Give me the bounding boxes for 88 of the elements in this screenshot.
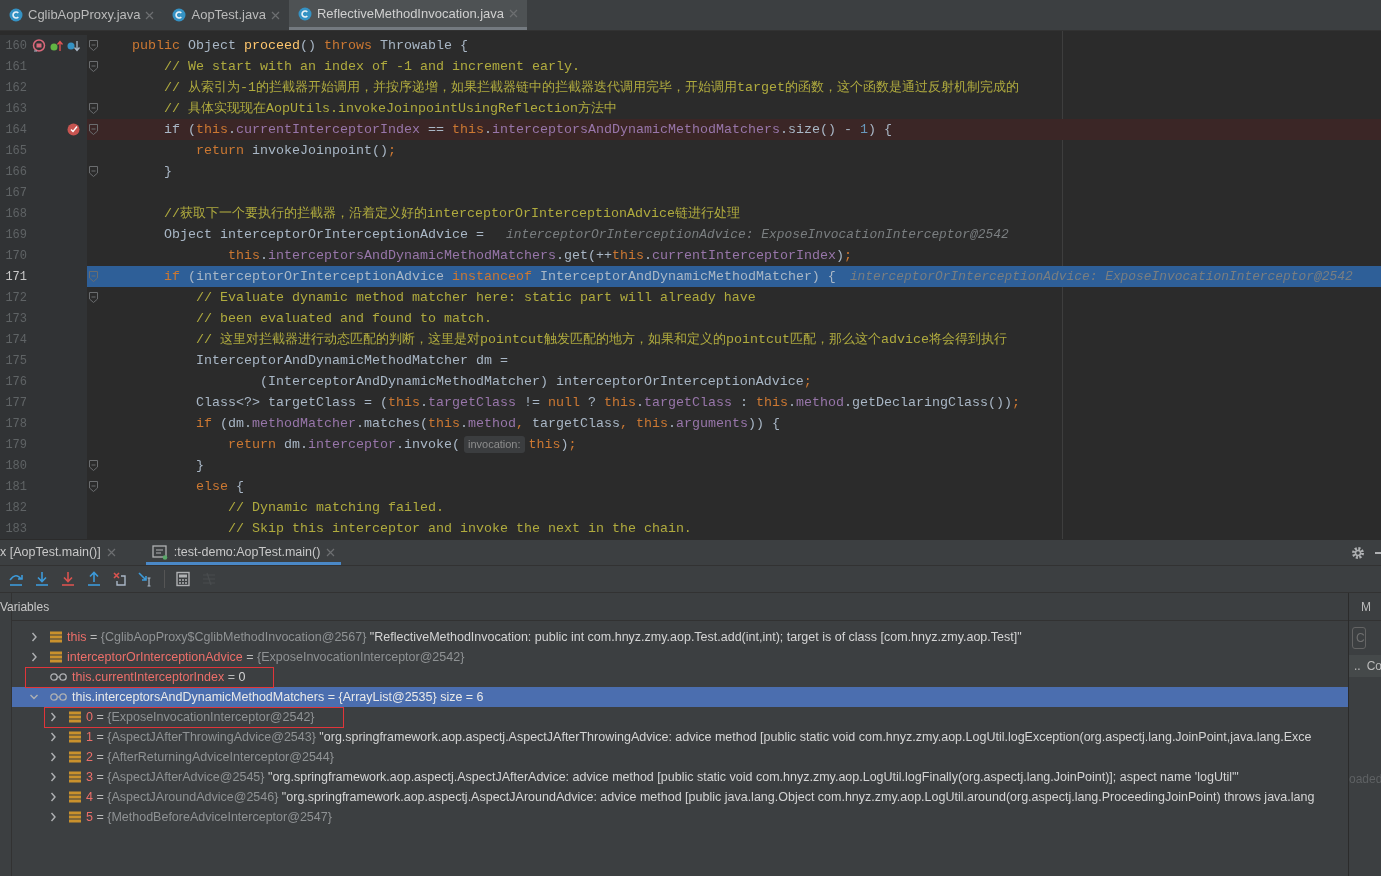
- fold-icon[interactable]: [89, 292, 98, 303]
- code-text: (InterceptorAndDynamicMethodMatcher) interceptorOrInterceptionAdvice;: [258, 372, 812, 391]
- close-icon[interactable]: [270, 10, 280, 20]
- glasses-icon: [50, 673, 67, 681]
- minimize-icon[interactable]: [1375, 551, 1381, 554]
- method-breakpoint-icon[interactable]: [32, 38, 46, 53]
- code-text: // 具体实现现在AopUtils.invokeJoinpointUsingReflection方法中: [163, 99, 617, 118]
- code-text: // 这里对拦截器进行动态匹配的判断，这里是对pointcut触发匹配的地方，如果和定义的pointcut匹配，那么这个advice将会得到执行: [195, 330, 1007, 349]
- inlay-hint: interceptorOrInterceptionAdvice: ExposeInvocationInterceptor@2542: [849, 267, 1353, 286]
- editor-tab[interactable]: ReflectiveMethodInvocation.java: [288, 0, 528, 30]
- close-icon[interactable]: [145, 10, 155, 20]
- panel-title: Variables: [0, 598, 50, 616]
- fold-icon[interactable]: [89, 40, 98, 51]
- code-text: this.interceptorsAndDynamicMethodMatchers.get(++this.currentInterceptorIndex);: [226, 246, 852, 265]
- step-into-icon[interactable]: [60, 571, 76, 587]
- fold-icon[interactable]: [89, 124, 98, 135]
- code-text: }: [195, 456, 204, 475]
- code-text: if (dm.methodMatcher.matches(this.method, targetClass, this.arguments)) {: [195, 414, 780, 433]
- field-icon: [69, 711, 81, 723]
- code-text: InterceptorAndDynamicMethodMatcher dm =: [195, 351, 508, 370]
- overridden-arrow-icon[interactable]: [67, 39, 80, 52]
- run-to-cursor-icon[interactable]: [138, 571, 154, 587]
- code-text: //获取下一个要执行的拦截器，沿着定义好的interceptorOrInterceptionAdvice链进行处理: [163, 204, 740, 223]
- code-text: // Skip this interceptor and invoke the next in the chain.: [226, 519, 692, 538]
- field-icon: [50, 651, 62, 663]
- variable-row[interactable]: 1 = {AspectJAfterThrowingAdvice@2543} "org.springframework.aop.aspectj.AspectJAfterThrowingAdvice: advice method [public static void com.hnyz.zmy.aop.LogUtil.logException(org.aspectj.lang.JoinPoint,java.lang.Exce: [12, 727, 1348, 747]
- field-icon: [69, 811, 81, 823]
- code-text: return dm.interceptor.invoke(: [226, 435, 460, 454]
- column-header: Co: [1366, 658, 1381, 675]
- close-icon[interactable]: [326, 548, 336, 557]
- highlight-frame: 0 = {ExposeInvocationInterceptor@2542}: [44, 706, 344, 728]
- code-text: this);: [528, 435, 577, 454]
- variable-row[interactable]: 0 = {ExposeInvocationInterceptor@2542}: [12, 707, 1348, 727]
- step-out-icon[interactable]: [86, 571, 102, 587]
- variable-row[interactable]: 5 = {MethodBeforeAdviceInterceptor@2547}: [12, 807, 1348, 827]
- code-text: // been evaluated and found to match.: [195, 309, 492, 328]
- glasses-icon: [50, 693, 67, 701]
- field-icon: [69, 771, 81, 783]
- code-text: // Dynamic matching failed.: [226, 498, 444, 517]
- field-icon: [69, 791, 81, 803]
- variable-row[interactable]: interceptorOrInterceptionAdvice = {ExposeInvocationInterceptor@2542}: [12, 647, 1348, 667]
- breakpoint-icon[interactable]: [67, 123, 80, 136]
- parameter-hint: invocation:: [463, 436, 525, 453]
- close-icon[interactable]: [106, 548, 116, 557]
- class-file-icon: [297, 6, 312, 21]
- variable-row[interactable]: 3 = {AspectJAfterAdvice@2545} "org.springframework.aop.aspectj.AspectJAfterAdvice: advice method [public static void com.hnyz.zmy.aop.LogUtil.logFinally(org.aspectj.lang.JoinPoint)]; aspect name 'logUtil'": [12, 767, 1348, 787]
- debug-tab[interactable]: :test-demo:AopTest.main(): [145, 540, 342, 565]
- field-icon: [50, 631, 62, 643]
- code-text: // We start with an index of -1 and increment early.: [163, 57, 580, 76]
- console-icon: [151, 545, 168, 560]
- variable-row[interactable]: 2 = {AfterReturningAdviceInterceptor@2544}: [12, 747, 1348, 767]
- panel-title: M: [1361, 598, 1371, 616]
- code-text: Object interceptorOrInterceptionAdvice =: [163, 225, 485, 244]
- fold-icon[interactable]: [89, 460, 98, 471]
- field-icon: [69, 731, 81, 743]
- step-into-icon[interactable]: [34, 571, 50, 587]
- line-number: 171: [4, 268, 27, 286]
- fold-icon[interactable]: [89, 481, 98, 492]
- inlay-hint: interceptorOrInterceptionAdvice: ExposeInvocationInterceptor@2542: [505, 225, 1009, 244]
- code-text: // Evaluate dynamic method matcher here: static part will already have: [195, 288, 756, 307]
- debug-tab[interactable]: x [AopTest.main()]: [0, 540, 124, 565]
- code-text: // 从索引为-1的拦截器开始调用，并按序递增，如果拦截器链中的拦截器迭代调用完毕，开始调用target的函数，这个函数是通过反射机制完成的: [163, 78, 1019, 97]
- variable-row[interactable]: this.interceptorsAndDynamicMethodMatchers = {ArrayList@2535} size = 6: [12, 687, 1348, 707]
- code-text: else {: [195, 477, 244, 496]
- editor-tab[interactable]: AopTest.java: [163, 0, 289, 30]
- code-text: if (this.currentInterceptorIndex == this.interceptorsAndDynamicMethodMatchers.size() - 1) {: [163, 120, 892, 139]
- field-icon: [69, 751, 81, 763]
- fold-icon[interactable]: [89, 166, 98, 177]
- class-file-icon: [9, 8, 23, 22]
- more-button[interactable]: ..: [1354, 657, 1361, 675]
- highlight-frame: this.currentInterceptorIndex = 0: [25, 666, 275, 688]
- fold-icon[interactable]: [89, 103, 98, 114]
- editor-tab[interactable]: CglibAopProxy.java: [0, 0, 164, 30]
- code-text: }: [163, 162, 172, 181]
- chevron-icon[interactable]: [30, 692, 38, 702]
- code-text: Class<?> targetClass = (this.targetClass != null ? this.targetClass : this.method.getDeclaringClass());: [195, 393, 1020, 412]
- code-text: public Object proceed() throws Throwable {: [132, 36, 468, 55]
- settings-icon[interactable]: [1351, 545, 1365, 560]
- fold-icon[interactable]: [89, 61, 98, 72]
- variable-row[interactable]: this.currentInterceptorIndex = 0: [12, 667, 1348, 687]
- code-text: return invokeJoinpoint();: [195, 141, 396, 160]
- variable-row[interactable]: 4 = {AspectJAroundAdvice@2546} "org.springframework.aop.aspectj.AspectJAroundAdvice: advice method [public java.lang.Object com.hnyz.zmy.aop.LogUtil.around(org.aspectj.lang.ProceedingJoinPoint) throws java.lang: [12, 787, 1348, 807]
- class-file-icon: [172, 8, 187, 22]
- calculator-icon[interactable]: [175, 571, 191, 587]
- drop-frame-icon[interactable]: [112, 571, 128, 587]
- overrides-arrow-icon[interactable]: [50, 39, 63, 52]
- variable-row[interactable]: this = {CglibAopProxy$CglibMethodInvocation@2567} "ReflectiveMethodInvocation: public int com.hnyz.zmy.aop.Test.add(int,int); target is of class [com.hnyz.zmy.aop.Test]": [12, 627, 1348, 647]
- code-text: if (interceptorOrInterceptionAdvice instanceof InterceptorAndDynamicMethodMatcher) {: [163, 267, 836, 286]
